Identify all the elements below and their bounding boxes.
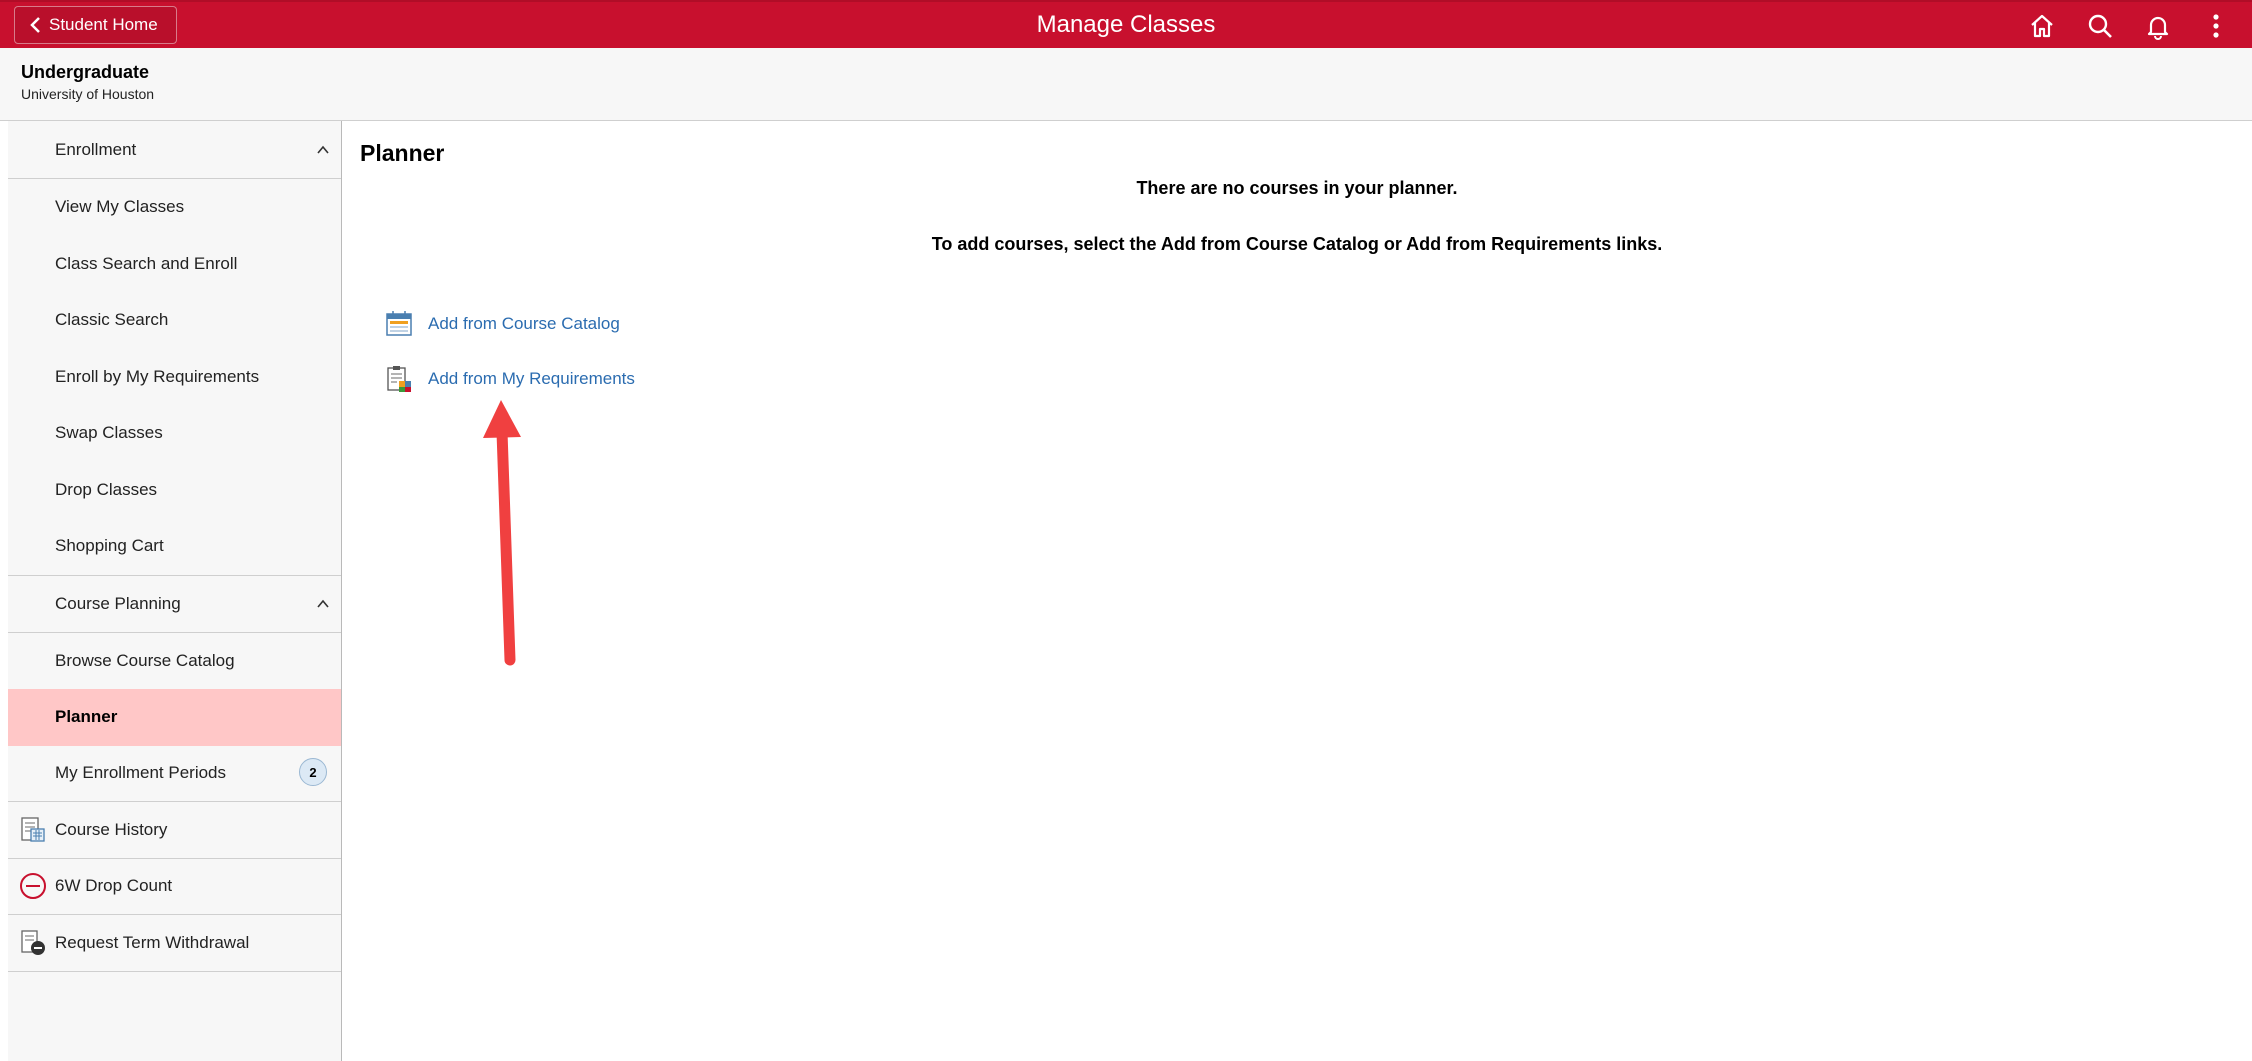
home-icon[interactable]: [2026, 10, 2058, 42]
more-vertical-icon[interactable]: [2200, 10, 2232, 42]
sidebar-item-browse-course-catalog[interactable]: Browse Course Catalog: [8, 633, 341, 690]
add-from-course-catalog-link[interactable]: Add from Course Catalog: [384, 309, 620, 339]
minus-circle-icon: [20, 873, 46, 900]
sidebar-group-course-planning[interactable]: Course Planning: [8, 574, 341, 633]
chevron-up-icon: [317, 599, 329, 608]
sidebar-item-enrollment-periods[interactable]: My Enrollment Periods 2: [8, 746, 341, 802]
sidebar-item-class-search[interactable]: Class Search and Enroll: [8, 236, 341, 293]
calendar-icon: [386, 311, 412, 336]
institution-name: University of Houston: [21, 86, 155, 102]
sidebar-group-label: Enrollment: [55, 139, 137, 159]
sidebar-item-label: 6W Drop Count: [55, 876, 173, 896]
sidebar-item-enroll-by-requirements[interactable]: Enroll by My Requirements: [8, 349, 341, 406]
add-from-my-requirements-link[interactable]: Add from My Requirements: [384, 364, 635, 394]
sidebar-item-classic-search[interactable]: Classic Search: [8, 292, 341, 349]
sidebar-item-drop-count[interactable]: 6W Drop Count: [8, 859, 341, 915]
sidebar-item-planner[interactable]: Planner: [8, 689, 341, 746]
sidebar-item-label: Course History: [55, 819, 168, 839]
sidebar-item-label: Swap Classes: [55, 423, 163, 443]
sidebar-item-label: View My Classes: [55, 197, 185, 217]
sidebar-group-label: Course Planning: [55, 593, 181, 613]
top-banner: Student Home Manage Classes: [0, 0, 2252, 48]
withdrawal-document-icon: [21, 930, 45, 955]
student-home-label: Student Home: [49, 15, 158, 34]
chevron-up-icon: [317, 145, 329, 154]
main-content: Planner There are no courses in your pla…: [342, 121, 2252, 1061]
sidebar-item-label: Browse Course Catalog: [55, 650, 235, 670]
student-home-button[interactable]: Student Home: [14, 6, 177, 44]
page-header-title: Manage Classes: [1036, 11, 1216, 38]
bell-icon[interactable]: [2142, 10, 2174, 42]
sidebar-item-label: Shopping Cart: [55, 536, 164, 556]
sidebar-item-label: Drop Classes: [55, 479, 158, 499]
add-from-my-requirements-label: Add from My Requirements: [428, 369, 635, 388]
sidebar-group-enrollment[interactable]: Enrollment: [8, 121, 341, 179]
enrollment-periods-count-badge: 2: [299, 758, 327, 787]
sidebar-item-label: Enroll by My Requirements: [55, 366, 260, 386]
sidebar-item-shopping-cart[interactable]: Shopping Cart: [8, 518, 341, 575]
sidebar-item-term-withdrawal[interactable]: Request Term Withdrawal: [8, 915, 341, 972]
sidebar-item-label: Classic Search: [55, 310, 169, 330]
course-history-icon: [21, 817, 45, 842]
empty-planner-message: There are no courses in your planner.: [1136, 178, 1458, 198]
instruction-message: To add courses, select the Add from Cour…: [931, 234, 1663, 254]
career-bar: Undergraduate University of Houston: [0, 48, 2252, 121]
sidebar-item-swap-classes[interactable]: Swap Classes: [8, 405, 341, 462]
sidebar-item-view-my-classes[interactable]: View My Classes: [8, 179, 341, 236]
sidebar: Enrollment View My Classes Class Search …: [8, 121, 342, 1061]
search-icon[interactable]: [2084, 10, 2116, 42]
page-title: Planner: [360, 140, 445, 166]
sidebar-item-drop-classes[interactable]: Drop Classes: [8, 462, 341, 519]
sidebar-item-label: Request Term Withdrawal: [55, 932, 250, 952]
chevron-left-icon: [30, 17, 40, 33]
sidebar-item-label: Class Search and Enroll: [55, 253, 238, 273]
sidebar-item-label: Planner: [55, 707, 118, 727]
sidebar-item-course-history[interactable]: Course History: [8, 802, 341, 859]
add-from-course-catalog-label: Add from Course Catalog: [428, 314, 620, 333]
career-name: Undergraduate: [21, 62, 150, 82]
requirements-clipboard-icon: [387, 366, 411, 392]
sidebar-item-label: My Enrollment Periods: [55, 763, 227, 783]
